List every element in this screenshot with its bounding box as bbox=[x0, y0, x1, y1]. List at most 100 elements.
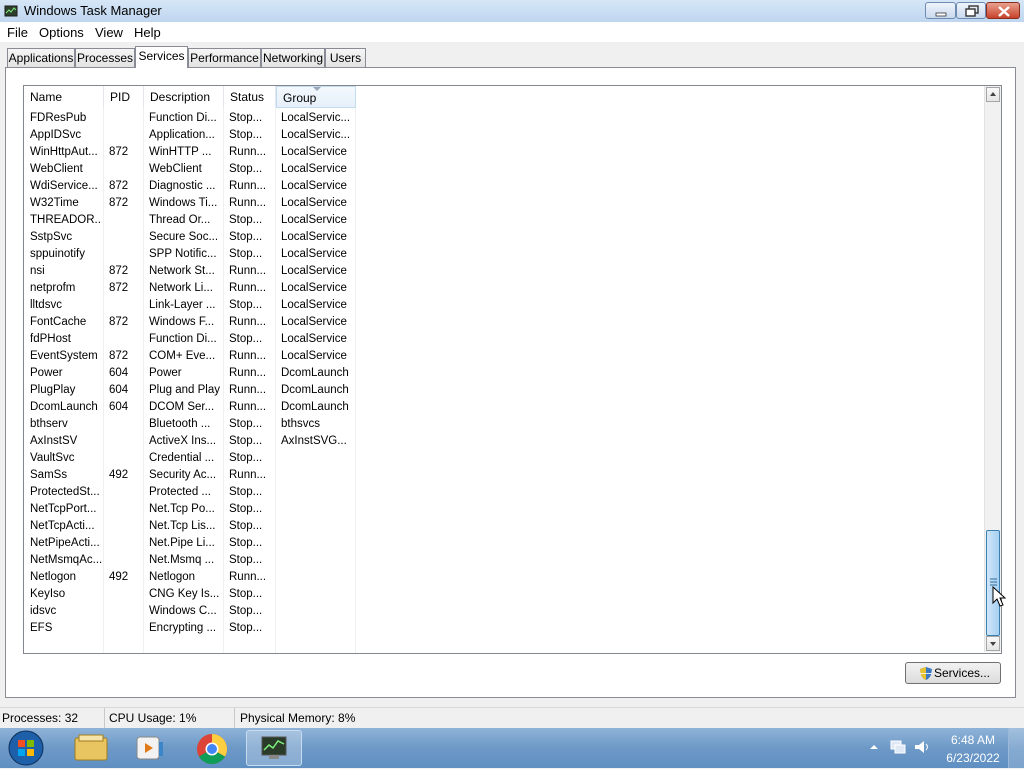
table-row[interactable]: lltdsvc Link-Layer ... Stop... LocalService bbox=[24, 297, 984, 314]
menu-view[interactable]: View bbox=[95, 25, 123, 40]
minimize-button[interactable] bbox=[925, 2, 956, 19]
table-row[interactable]: WdiService... 872 Diagnostic ... Runn... Loc… bbox=[24, 178, 984, 195]
table-row[interactable]: FDResPub Function Di... Stop... LocalServic… bbox=[24, 110, 984, 127]
show-desktop-button[interactable] bbox=[1008, 728, 1024, 768]
media-player-icon bbox=[136, 736, 163, 760]
menu-bar: File Options View Help bbox=[0, 22, 1024, 42]
table-row[interactable]: W32Time 872 Windows Ti... Runn... LocalServi… bbox=[24, 195, 984, 212]
table-row[interactable]: NetTcpActi... Net.Tcp Lis... Stop... bbox=[24, 518, 984, 535]
table-row[interactable]: FontCache 872 Windows F... Runn... LocalServ… bbox=[24, 314, 984, 331]
show-hidden-icons-icon[interactable] bbox=[868, 741, 880, 753]
service-pid: 872 bbox=[109, 265, 129, 277]
service-name: AxInstSV bbox=[30, 435, 78, 447]
table-row[interactable]: DcomLaunch 604 DCOM Ser... Runn... DcomLaunc… bbox=[24, 399, 984, 416]
service-description: Protected ... bbox=[149, 486, 212, 498]
menu-options[interactable]: Options bbox=[39, 25, 84, 40]
services-button[interactable]: Services... bbox=[905, 662, 1001, 684]
service-description: Plug and Play bbox=[149, 384, 220, 396]
table-row[interactable]: AppIDSvc Application... Stop... LocalServic… bbox=[24, 127, 984, 144]
vertical-scrollbar[interactable] bbox=[984, 86, 1001, 652]
menu-help[interactable]: Help bbox=[134, 25, 161, 40]
task-manager-icon bbox=[261, 736, 287, 759]
tab-services[interactable]: Services bbox=[135, 46, 188, 68]
tab-applications[interactable]: Applications bbox=[7, 48, 75, 67]
services-list[interactable]: Name PID Description Status Group FDResP… bbox=[23, 85, 1002, 654]
column-header-name[interactable]: Name bbox=[24, 86, 104, 108]
service-description: Function Di... bbox=[149, 333, 217, 345]
table-row[interactable]: KeyIso CNG Key Is... Stop... bbox=[24, 586, 984, 603]
table-row[interactable]: WinHttpAut... 872 WinHTTP ... Runn... LocalS… bbox=[24, 144, 984, 161]
taskbar-explorer[interactable] bbox=[63, 730, 119, 766]
clock-date[interactable]: 6/23/2022 bbox=[944, 751, 1002, 765]
table-row[interactable]: WebClient WebClient Stop... LocalService bbox=[24, 161, 984, 178]
service-description: Diagnostic ... bbox=[149, 180, 216, 192]
service-status: Runn... bbox=[229, 146, 267, 158]
tab-performance[interactable]: Performance bbox=[188, 48, 261, 67]
column-header-pid[interactable]: PID bbox=[104, 86, 144, 108]
service-group: AxInstSVG... bbox=[281, 435, 347, 447]
table-row[interactable]: PlugPlay 604 Plug and Play Runn... DcomLaunc… bbox=[24, 382, 984, 399]
table-row[interactable]: NetTcpPort... Net.Tcp Po... Stop... bbox=[24, 501, 984, 518]
service-group: LocalService bbox=[281, 180, 347, 192]
table-row[interactable]: EFS Encrypting ... Stop... bbox=[24, 620, 984, 637]
service-group: LocalService bbox=[281, 299, 347, 311]
tab-networking[interactable]: Networking bbox=[261, 48, 325, 67]
column-header-description[interactable]: Description bbox=[144, 86, 224, 108]
scroll-up-button[interactable] bbox=[986, 87, 1000, 102]
service-status: Runn... bbox=[229, 316, 267, 328]
table-row[interactable]: Netlogon 492 Netlogon Runn... bbox=[24, 569, 984, 586]
service-group: LocalService bbox=[281, 231, 347, 243]
service-pid: 872 bbox=[109, 197, 129, 209]
table-row[interactable]: SstpSvc Secure Soc... Stop... LocalService bbox=[24, 229, 984, 246]
table-row[interactable]: SamSs 492 Security Ac... Runn... bbox=[24, 467, 984, 484]
tab-processes[interactable]: Processes bbox=[75, 48, 135, 67]
service-status: Stop... bbox=[229, 622, 263, 634]
table-row[interactable]: THREADOR... Thread Or... Stop... LocalServi… bbox=[24, 212, 984, 229]
column-header-group[interactable]: Group bbox=[276, 86, 356, 108]
tab-users[interactable]: Users bbox=[325, 48, 366, 67]
table-row[interactable]: sppuinotify SPP Notific... Stop... LocalSer… bbox=[24, 246, 984, 263]
volume-icon[interactable] bbox=[913, 739, 931, 755]
service-group: LocalService bbox=[281, 350, 347, 362]
taskbar-task-manager[interactable] bbox=[246, 730, 302, 766]
service-description: Encrypting ... bbox=[149, 622, 217, 634]
table-row[interactable]: idsvc Windows C... Stop... bbox=[24, 603, 984, 620]
network-icon[interactable] bbox=[889, 739, 907, 755]
table-row[interactable]: netprofm 872 Network Li... Runn... LocalServ… bbox=[24, 280, 984, 297]
service-group: DcomLaunch bbox=[281, 367, 349, 379]
taskbar-media-player[interactable] bbox=[122, 730, 178, 766]
service-name: FontCache bbox=[30, 316, 87, 328]
service-name: WdiService... bbox=[30, 180, 98, 192]
service-group: LocalService bbox=[281, 214, 347, 226]
service-group: DcomLaunch bbox=[281, 401, 349, 413]
service-name: NetTcpPort... bbox=[30, 503, 97, 515]
table-row[interactable]: ProtectedSt... Protected ... Stop... bbox=[24, 484, 984, 501]
taskbar-chrome[interactable] bbox=[184, 730, 240, 766]
table-row[interactable]: nsi 872 Network St... Runn... LocalService bbox=[24, 263, 984, 280]
scroll-down-button[interactable] bbox=[986, 636, 1000, 651]
maximize-button[interactable] bbox=[956, 2, 986, 19]
table-row[interactable]: VaultSvc Credential ... Stop... bbox=[24, 450, 984, 467]
service-description: WebClient bbox=[149, 163, 202, 175]
service-name: Netlogon bbox=[30, 571, 77, 583]
table-row[interactable]: AxInstSV ActiveX Ins... Stop... AxInstSVG..… bbox=[24, 433, 984, 450]
column-header-status[interactable]: Status bbox=[224, 86, 276, 108]
table-row[interactable]: NetPipeActi... Net.Pipe Li... Stop... bbox=[24, 535, 984, 552]
close-button[interactable] bbox=[986, 2, 1020, 19]
menu-file[interactable]: File bbox=[7, 25, 28, 40]
column-header-group-label: Group bbox=[283, 91, 317, 105]
table-row[interactable]: Power 604 Power Runn... DcomLaunch bbox=[24, 365, 984, 382]
clock-time[interactable]: 6:48 AM bbox=[950, 733, 996, 747]
table-row[interactable]: fdPHost Function Di... Stop... LocalService bbox=[24, 331, 984, 348]
service-group: LocalService bbox=[281, 333, 347, 345]
start-orb-icon[interactable] bbox=[7, 729, 45, 767]
service-name: AppIDSvc bbox=[30, 129, 82, 141]
table-row[interactable]: EventSystem 872 COM+ Eve... Runn... LocalSer… bbox=[24, 348, 984, 365]
close-icon bbox=[998, 6, 1010, 17]
service-status: Runn... bbox=[229, 401, 267, 413]
service-description: Power bbox=[149, 367, 182, 379]
table-row[interactable]: bthserv Bluetooth ... Stop... bthsvcs bbox=[24, 416, 984, 433]
service-name: PlugPlay bbox=[30, 384, 76, 396]
scroll-thumb[interactable] bbox=[986, 530, 1000, 636]
table-row[interactable]: NetMsmqAc... Net.Msmq ... Stop... bbox=[24, 552, 984, 569]
